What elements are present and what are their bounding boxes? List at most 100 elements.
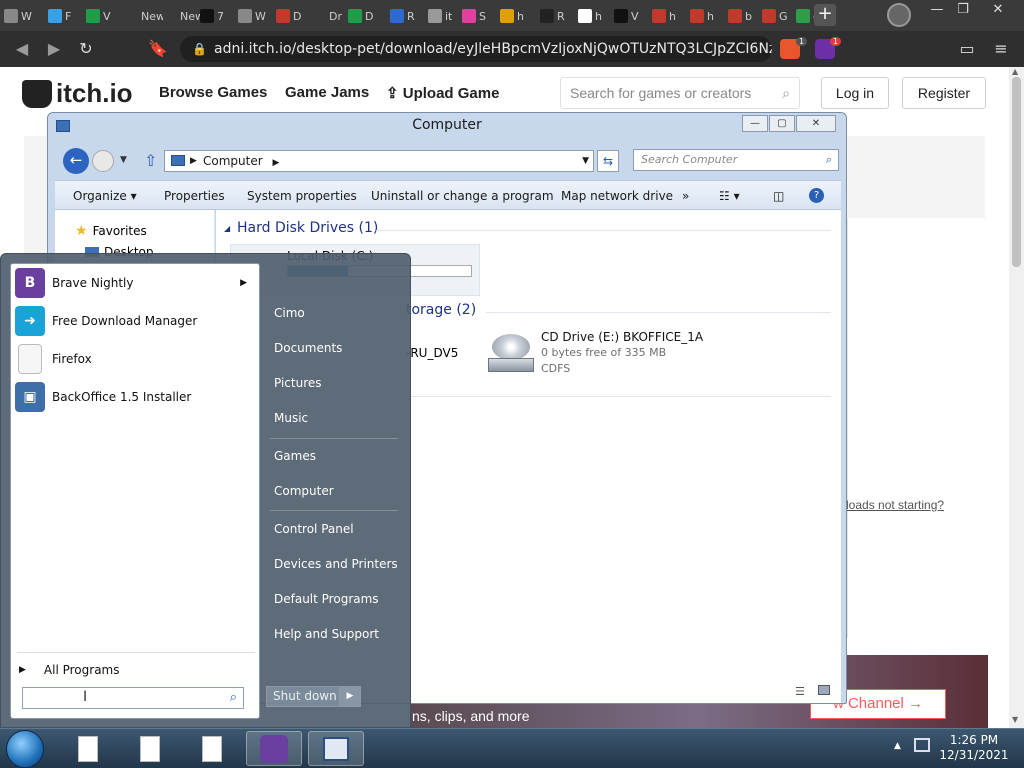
recent-pages-icon[interactable]: ▼ bbox=[120, 155, 127, 165]
explorer-search-input[interactable]: Search Computer ⌕ bbox=[633, 149, 839, 171]
browser-tab[interactable]: D bbox=[348, 4, 373, 28]
site-search-input[interactable]: Search for games or creators ⌕ bbox=[560, 77, 800, 109]
taskbar-file-button[interactable] bbox=[184, 731, 240, 766]
uninstall-program-button[interactable]: Uninstall or change a program bbox=[371, 189, 554, 203]
start-search-input[interactable]: I ⌕ bbox=[22, 687, 244, 709]
browser-tab[interactable]: V bbox=[86, 4, 111, 28]
reload-icon[interactable]: ↻ bbox=[76, 39, 96, 59]
browser-tab[interactable]: W bbox=[238, 4, 266, 28]
bookmark-icon[interactable]: 🔖 bbox=[148, 39, 168, 59]
start-place-pictures[interactable]: Pictures bbox=[274, 376, 322, 390]
start-place-default-programs[interactable]: Default Programs bbox=[274, 592, 379, 606]
browser-tab[interactable]: D bbox=[276, 4, 301, 28]
browser-tab[interactable]: New bbox=[163, 4, 204, 28]
help-link[interactable]: loads not starting? bbox=[846, 498, 944, 512]
start-place-games[interactable]: Games bbox=[274, 449, 316, 463]
back-arrow-icon[interactable]: ◀ bbox=[12, 39, 32, 59]
all-programs-button[interactable]: ▶ All Programs bbox=[19, 660, 255, 680]
browser-tab[interactable]: F bbox=[48, 4, 71, 28]
explorer-maximize-button[interactable]: ▢ bbox=[769, 115, 795, 132]
search-icon[interactable]: ⌕ bbox=[826, 150, 832, 170]
group-collapse-icon[interactable]: ◢ bbox=[224, 224, 230, 233]
forward-arrow-icon[interactable]: ▶ bbox=[44, 39, 64, 59]
itch-logo[interactable]: itch.io bbox=[22, 78, 133, 109]
nav-game-jams[interactable]: Game Jams bbox=[285, 84, 369, 101]
refresh-icon[interactable]: ⇆ bbox=[597, 150, 619, 172]
browser-tab[interactable]: h bbox=[652, 4, 676, 28]
browser-tab[interactable]: 7 bbox=[200, 4, 224, 28]
browser-tab[interactable]: it bbox=[428, 4, 452, 28]
program-free-download-manager[interactable]: ➜ Free Download Manager bbox=[15, 304, 255, 338]
start-place-documents[interactable]: Documents bbox=[274, 341, 342, 355]
forward-arrow-icon[interactable] bbox=[92, 150, 114, 172]
scroll-up-icon[interactable]: ▲ bbox=[1012, 67, 1018, 76]
taskbar-file-button[interactable] bbox=[122, 731, 178, 766]
start-place-control-panel[interactable]: Control Panel bbox=[274, 522, 354, 536]
taskbar-file-button[interactable] bbox=[60, 731, 116, 766]
program-brave-nightly[interactable]: B Brave Nightly ▶ bbox=[15, 266, 255, 300]
new-tab-button[interactable]: + bbox=[814, 4, 836, 26]
organize-menu[interactable]: Organize ▾ bbox=[73, 189, 137, 203]
nav-upload-game[interactable]: ⇪ Upload Game bbox=[386, 84, 499, 102]
up-arrow-icon[interactable]: ⇧ bbox=[144, 151, 157, 170]
browser-tab[interactable]: b bbox=[728, 4, 752, 28]
submenu-arrow-icon[interactable]: ▶ bbox=[240, 278, 247, 288]
shutdown-options-icon[interactable]: ▶ bbox=[339, 686, 361, 707]
browser-tab[interactable]: S bbox=[462, 4, 486, 28]
login-button[interactable]: Log in bbox=[821, 77, 889, 109]
drive-cd[interactable]: CD Drive (E:) BKOFFICE_1A 0 bytes free o… bbox=[486, 328, 746, 388]
map-network-drive-button[interactable]: Map network drive bbox=[561, 189, 673, 203]
explorer-close-button[interactable]: ✕ bbox=[796, 115, 836, 132]
nav-favorites[interactable]: ★ Favorites bbox=[75, 223, 147, 239]
group-hard-disk-drives[interactable]: Hard Disk Drives (1) bbox=[237, 220, 378, 236]
more-commands-button[interactable]: » bbox=[682, 189, 689, 203]
preview-pane-icon[interactable]: ◫ bbox=[773, 189, 784, 203]
address-bar[interactable]: 🔒 adni.itch.io/desktop-pet/download/eyJl… bbox=[180, 36, 772, 62]
browser-tab[interactable]: W bbox=[4, 4, 32, 28]
explorer-minimize-button[interactable]: — bbox=[742, 115, 768, 132]
details-view-icon[interactable]: ☰ bbox=[795, 685, 805, 698]
browser-tab[interactable]: Dr bbox=[312, 4, 342, 28]
breadcrumb-computer[interactable]: Computer bbox=[203, 154, 263, 168]
windows-start-icon[interactable] bbox=[6, 730, 44, 768]
taskbar-brave-button[interactable] bbox=[246, 731, 302, 766]
properties-button[interactable]: Properties bbox=[164, 189, 225, 203]
change-view-icon[interactable]: ☷ ▾ bbox=[719, 189, 740, 203]
restore-button[interactable]: ❐ bbox=[948, 0, 978, 20]
scroll-thumb[interactable] bbox=[1012, 77, 1021, 267]
browser-tab[interactable]: G bbox=[762, 4, 788, 28]
group-removable-storage[interactable]: torage (2) bbox=[406, 302, 476, 318]
menu-icon[interactable]: ≡ bbox=[991, 39, 1011, 59]
start-place-computer[interactable]: Computer bbox=[274, 484, 334, 498]
page-scrollbar[interactable]: ▲ ▼ bbox=[1009, 67, 1024, 729]
browser-tab[interactable]: h bbox=[690, 4, 714, 28]
drive-dvd-label[interactable]: -RU_DV5 bbox=[406, 346, 458, 360]
start-place-help-and-support[interactable]: Help and Support bbox=[274, 627, 379, 641]
browser-tab[interactable]: h bbox=[500, 4, 524, 28]
profile-avatar-icon[interactable] bbox=[887, 3, 911, 27]
system-clock[interactable]: 1:26 PM 12/31/2021 bbox=[930, 733, 1018, 763]
register-button[interactable]: Register bbox=[902, 77, 986, 109]
browser-tab[interactable]: New bbox=[124, 4, 165, 28]
program-backoffice-installer[interactable]: ▣ BackOffice 1.5 Installer bbox=[15, 380, 255, 414]
scroll-down-icon[interactable]: ▼ bbox=[1012, 715, 1018, 724]
large-icons-view-icon[interactable] bbox=[818, 685, 830, 695]
breadcrumb-chevron-icon[interactable]: ▶ bbox=[190, 151, 197, 171]
start-place-devices-and-printers[interactable]: Devices and Printers bbox=[274, 557, 398, 571]
start-place-music[interactable]: Music bbox=[274, 411, 308, 425]
show-hidden-icons-icon[interactable]: ▲ bbox=[894, 741, 901, 751]
browser-tab[interactable]: V bbox=[614, 4, 639, 28]
address-dropdown-icon[interactable]: ▼ bbox=[582, 151, 589, 171]
taskbar-explorer-button[interactable] bbox=[308, 731, 364, 766]
back-arrow-icon[interactable]: ← bbox=[63, 148, 89, 174]
browser-tab[interactable]: R bbox=[390, 4, 415, 28]
browser-tab[interactable]: h bbox=[578, 4, 602, 28]
search-icon[interactable]: ⌕ bbox=[782, 78, 790, 108]
close-button[interactable]: ✕ bbox=[983, 0, 1013, 20]
explorer-address-bar[interactable]: ▶ Computer ▶ ▼ bbox=[164, 150, 594, 172]
start-place-cimo[interactable]: Cimo bbox=[274, 306, 305, 320]
program-firefox[interactable]: Firefox bbox=[15, 342, 255, 376]
network-icon[interactable] bbox=[914, 738, 930, 752]
search-icon[interactable]: ⌕ bbox=[230, 690, 237, 705]
wallet-icon[interactable]: ▭ bbox=[957, 39, 977, 59]
